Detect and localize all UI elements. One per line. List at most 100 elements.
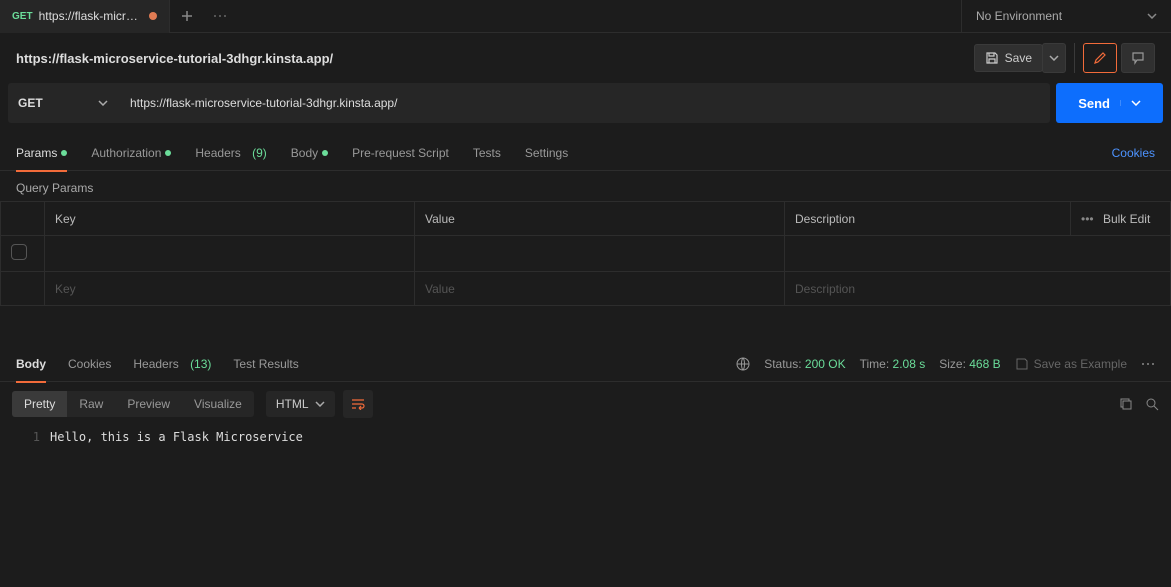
save-icon [985, 51, 999, 65]
new-tab-button[interactable] [170, 9, 203, 23]
tab-label: Params [16, 146, 57, 160]
copy-icon[interactable] [1119, 397, 1133, 411]
description-cell[interactable] [785, 236, 1171, 272]
time-value: 2.08 s [893, 357, 926, 371]
tab-body[interactable]: Body [291, 135, 328, 171]
url-input[interactable] [118, 83, 1050, 123]
title-row: https://flask-microservice-tutorial-3dhg… [0, 33, 1171, 83]
response-content[interactable]: Hello, this is a Flask Microservice [50, 426, 303, 448]
chevron-down-icon [315, 401, 325, 407]
response-body: 1 Hello, this is a Flask Microservice [0, 426, 1171, 448]
table-header-row: Key Value Description ••• Bulk Edit [1, 202, 1171, 236]
tab-label: Pre-request Script [352, 146, 449, 160]
tab-label: Authorization [91, 146, 161, 160]
view-tabs: Pretty Raw Preview Visualize [12, 391, 254, 417]
description-cell[interactable]: Description [785, 272, 1171, 306]
url-row: GET Send [0, 83, 1171, 123]
save-as-example-button[interactable]: Save as Example [1015, 357, 1127, 371]
chevron-down-icon [1131, 100, 1141, 106]
tab-options-button[interactable] [203, 14, 236, 18]
bulk-edit-link[interactable]: Bulk Edit [1103, 212, 1150, 226]
divider [1074, 43, 1075, 73]
resp-tab-cookies[interactable]: Cookies [68, 346, 111, 382]
resp-tab-headers[interactable]: Headers (13) [133, 346, 211, 382]
ellipsis-icon[interactable] [1141, 362, 1155, 366]
request-tabs: Params Authorization Headers (9) Body Pr… [0, 135, 1171, 171]
tab-label: Headers [195, 146, 240, 160]
tab-label: Headers [133, 357, 178, 371]
plus-icon [180, 9, 194, 23]
tab-tests[interactable]: Tests [473, 135, 501, 171]
tab-label: Tests [473, 146, 501, 160]
key-header: Key [45, 202, 415, 236]
modified-dot-icon [61, 150, 67, 156]
size-label: Size: [939, 357, 966, 371]
tab-method: GET [12, 11, 33, 22]
chevron-down-icon [1147, 13, 1157, 19]
status-label: Status: [764, 357, 801, 371]
environment-select[interactable]: No Environment [961, 0, 1171, 33]
tab-settings[interactable]: Settings [525, 135, 568, 171]
view-visualize[interactable]: Visualize [182, 391, 254, 417]
request-tab[interactable]: GET https://flask-microserv [0, 0, 170, 33]
view-raw[interactable]: Raw [67, 391, 115, 417]
row-checkbox[interactable] [11, 244, 27, 260]
tab-label: Body [16, 357, 46, 371]
view-right-actions [1119, 397, 1159, 411]
headers-count: (9) [252, 146, 267, 160]
key-cell[interactable]: Key [45, 272, 415, 306]
unsaved-dot-icon [149, 12, 157, 20]
wrap-icon [351, 398, 365, 410]
status-value: 200 OK [805, 357, 846, 371]
modified-dot-icon [322, 150, 328, 156]
edit-button[interactable] [1083, 43, 1117, 73]
params-table: Key Value Description ••• Bulk Edit Key … [0, 201, 1171, 306]
tab-label: Body [291, 146, 318, 160]
resp-tab-tests[interactable]: Test Results [233, 346, 298, 382]
method-select[interactable]: GET [8, 83, 118, 123]
value-cell[interactable] [415, 236, 785, 272]
headers-count: (13) [190, 357, 211, 371]
tab-authorization[interactable]: Authorization [91, 135, 171, 171]
bulk-edit-cell: ••• Bulk Edit [1071, 202, 1171, 236]
tab-headers[interactable]: Headers (9) [195, 135, 266, 171]
pencil-icon [1093, 51, 1107, 65]
key-cell[interactable] [45, 236, 415, 272]
table-row-new: Key Value Description [1, 272, 1171, 306]
language-select[interactable]: HTML [266, 391, 335, 417]
table-row [1, 236, 1171, 272]
value-header: Value [415, 202, 785, 236]
chevron-down-icon [98, 100, 108, 106]
save-button[interactable]: Save [974, 44, 1043, 72]
method-label: GET [18, 96, 43, 110]
send-button[interactable]: Send [1056, 83, 1163, 123]
value-cell[interactable]: Value [415, 272, 785, 306]
comment-button[interactable] [1121, 43, 1155, 73]
checkbox-header [1, 202, 45, 236]
request-title: https://flask-microservice-tutorial-3dhg… [16, 51, 974, 66]
cookies-link[interactable]: Cookies [1112, 146, 1155, 160]
wrap-lines-button[interactable] [343, 390, 373, 418]
size-value: 468 B [969, 357, 1000, 371]
query-params-label: Query Params [0, 171, 1171, 201]
view-pretty[interactable]: Pretty [12, 391, 67, 417]
tab-label: Test Results [233, 357, 298, 371]
send-label: Send [1078, 96, 1110, 111]
response-tabs: Body Cookies Headers (13) Test Results S… [0, 346, 1171, 382]
description-header: Description [785, 202, 1071, 236]
globe-icon[interactable] [736, 357, 750, 371]
save-dropdown[interactable] [1042, 43, 1066, 73]
view-preview[interactable]: Preview [115, 391, 182, 417]
environment-label: No Environment [976, 9, 1062, 23]
tab-label: Settings [525, 146, 568, 160]
search-icon[interactable] [1145, 397, 1159, 411]
tab-title: https://flask-microserv [39, 9, 143, 23]
response-section: Body Cookies Headers (13) Test Results S… [0, 346, 1171, 448]
tab-params[interactable]: Params [16, 135, 67, 171]
view-row: Pretty Raw Preview Visualize HTML [0, 382, 1171, 426]
ellipsis-icon[interactable]: ••• [1081, 212, 1094, 226]
resp-tab-body[interactable]: Body [16, 346, 46, 382]
language-label: HTML [276, 397, 309, 411]
save-example-label: Save as Example [1034, 357, 1127, 371]
tab-prerequest[interactable]: Pre-request Script [352, 135, 449, 171]
